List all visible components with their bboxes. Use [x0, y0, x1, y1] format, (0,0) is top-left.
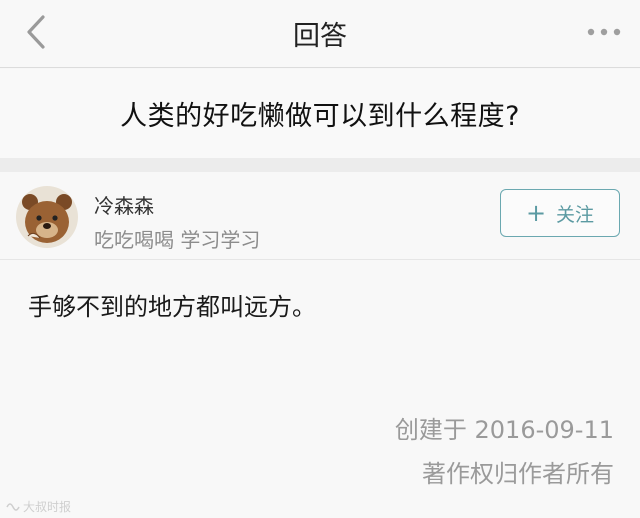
- section-divider: [0, 158, 640, 172]
- follow-button[interactable]: + 关注: [500, 189, 620, 237]
- author-row: 冷森森 吃吃喝喝 学习学习 + 关注: [0, 172, 640, 260]
- question-header[interactable]: 人类的好吃懒做可以到什么程度?: [0, 69, 640, 158]
- more-button[interactable]: [584, 20, 624, 44]
- watermark-logo-icon: [6, 502, 20, 511]
- answer-text: 手够不到的地方都叫远方。: [28, 293, 316, 321]
- watermark: 大叔时报: [6, 498, 71, 515]
- watermark-text: 大叔时报: [23, 500, 72, 514]
- answer-card: 冷森森 吃吃喝喝 学习学习 + 关注 手够不到的地方都叫远方。 创建于 2016…: [0, 172, 640, 518]
- follow-button-label: 关注: [556, 203, 595, 226]
- copyright-notice: 著作权归作者所有: [422, 460, 614, 488]
- page-title: 回答: [293, 21, 347, 52]
- navigation-bar: 回答: [0, 0, 640, 68]
- question-title: 人类的好吃懒做可以到什么程度?: [120, 101, 520, 132]
- more-dots-icon: [587, 28, 621, 36]
- bear-avatar-icon: [16, 186, 78, 248]
- plus-icon: +: [525, 199, 547, 227]
- author-name[interactable]: 冷森森: [94, 190, 154, 219]
- created-date: 创建于 2016-09-11: [394, 416, 614, 444]
- avatar[interactable]: [16, 186, 78, 248]
- author-bio: 吃吃喝喝 学习学习: [94, 228, 261, 252]
